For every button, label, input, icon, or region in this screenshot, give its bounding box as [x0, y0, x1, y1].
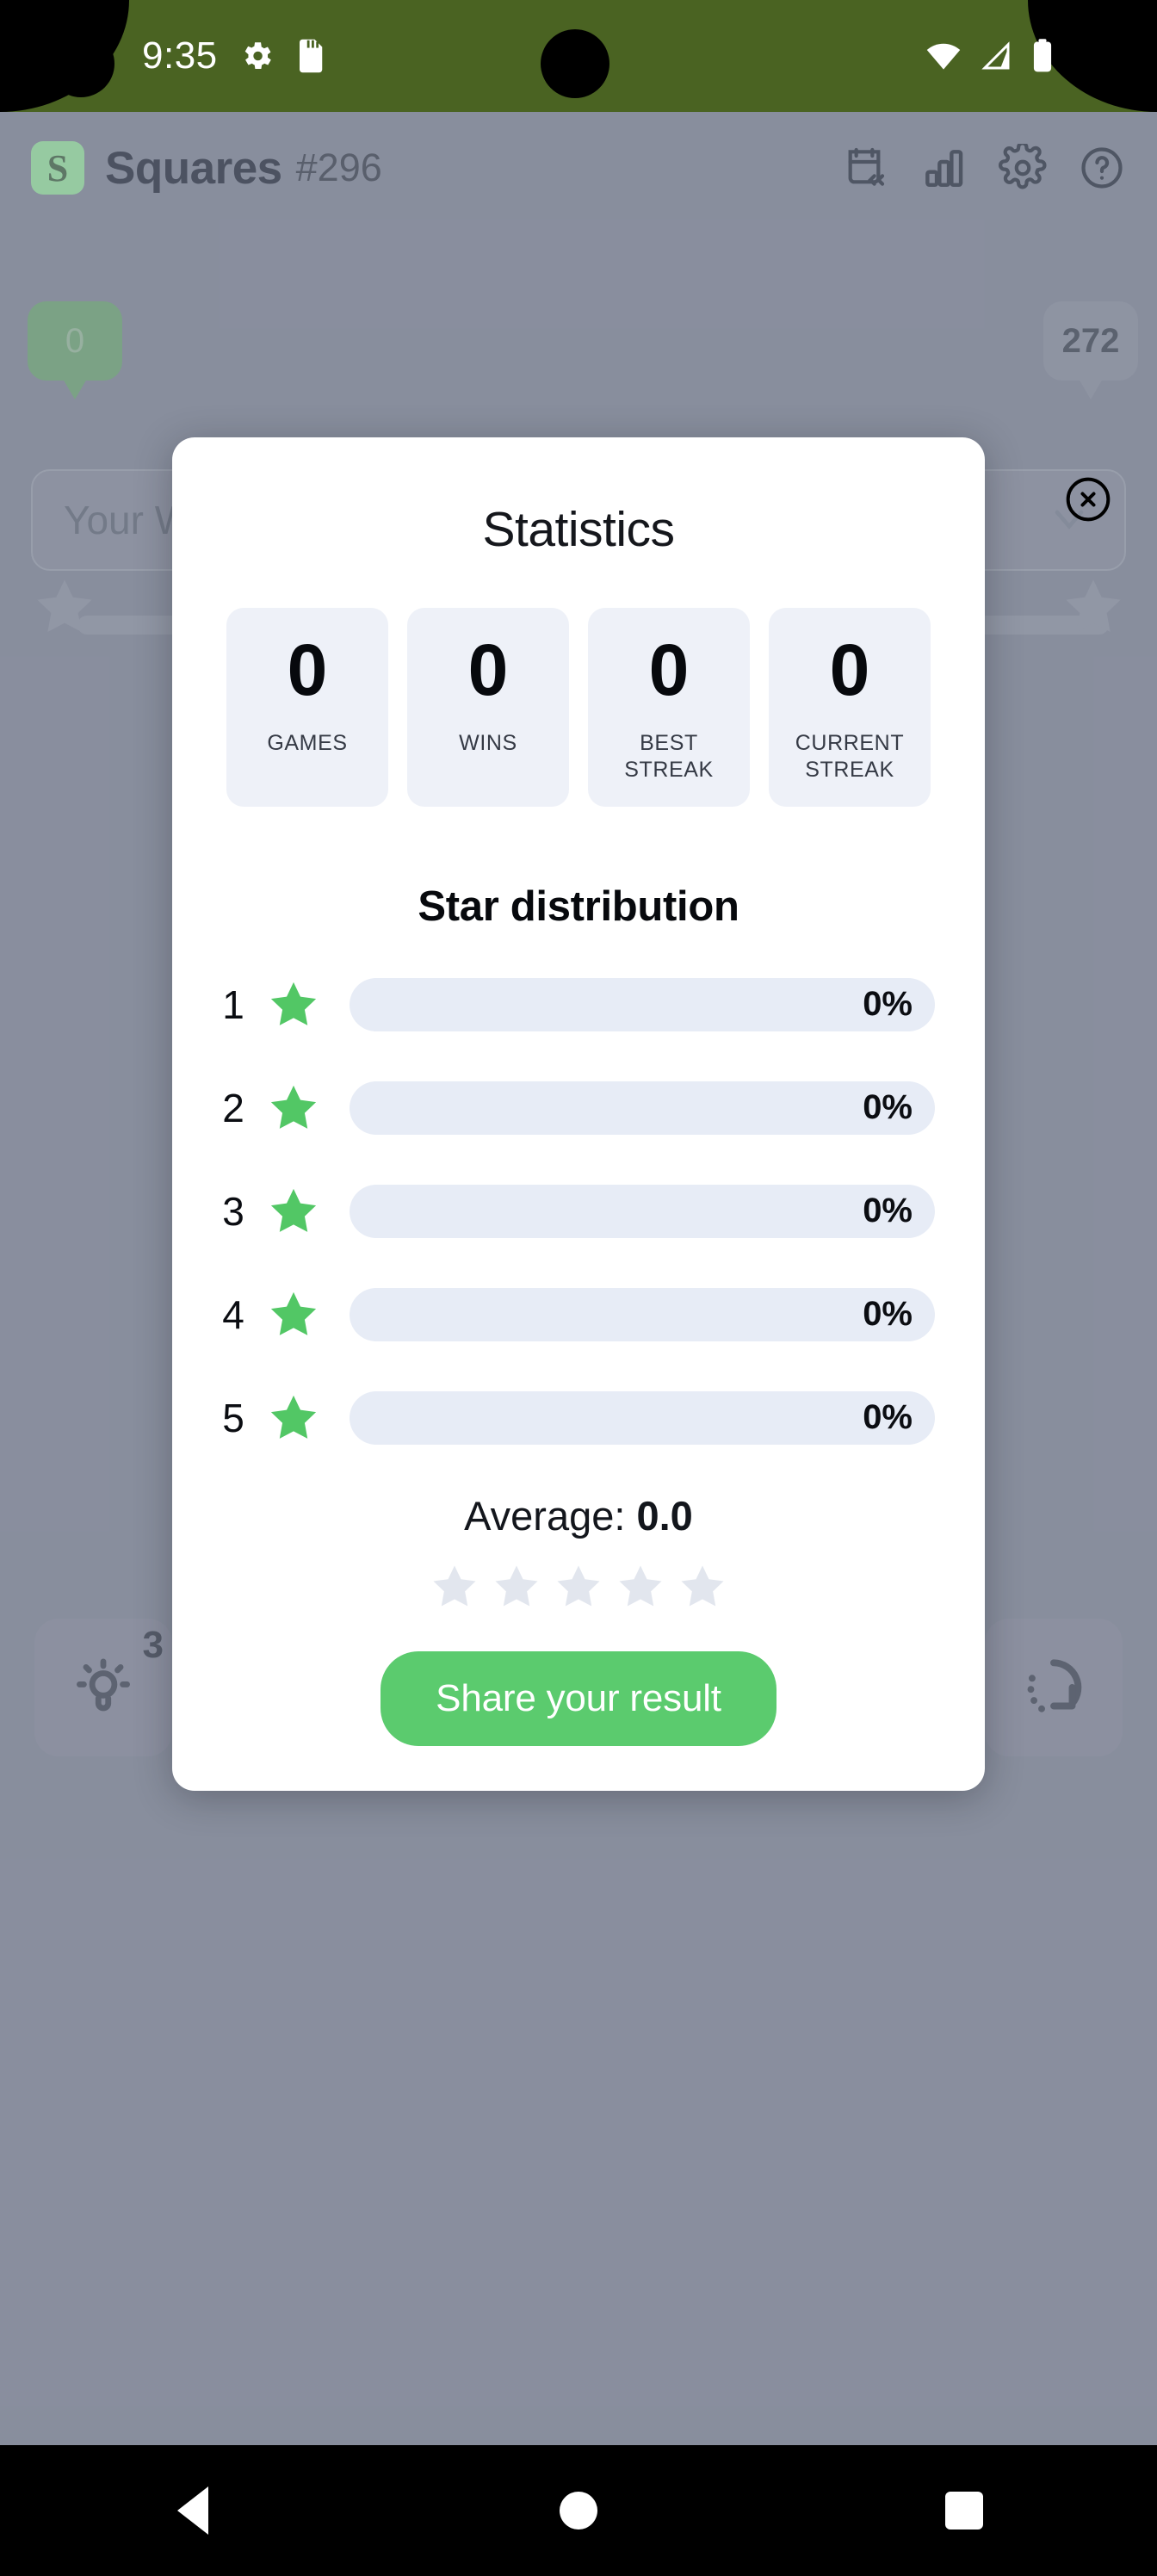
- star-distribution-title: Star distribution: [418, 882, 739, 930]
- close-icon[interactable]: [1064, 475, 1112, 523]
- stat-value: 0: [287, 629, 328, 710]
- stat-value: 0: [829, 629, 870, 710]
- battery-icon: [1030, 37, 1055, 75]
- modal-title: Statistics: [482, 502, 675, 557]
- distribution-bar: 0%: [350, 1287, 935, 1341]
- cellular-signal-icon: [978, 38, 1014, 74]
- distribution-rank: 3: [222, 1188, 244, 1234]
- distribution-rank: 2: [222, 1085, 244, 1130]
- star-icon: [614, 1560, 667, 1613]
- distribution-percent: 0%: [863, 1398, 913, 1437]
- stat-label: GAMES: [267, 731, 348, 756]
- sd-card-icon: [295, 38, 328, 74]
- star-icon: [265, 1080, 322, 1136]
- stat-label: CURRENT STREAK: [795, 731, 905, 783]
- share-button-wrap: Share your result: [172, 1650, 985, 1746]
- status-bar-right: [925, 0, 1055, 112]
- stat-card-current-streak: 0 CURRENT STREAK: [769, 608, 931, 807]
- distribution-row: 2 0%: [215, 1068, 935, 1148]
- distribution-bar: 0%: [350, 1390, 935, 1445]
- stat-value: 0: [648, 629, 690, 710]
- wifi-icon: [925, 37, 962, 75]
- distribution-row: 1 0%: [215, 965, 935, 1044]
- average-rating: Average: 0.0: [172, 1492, 985, 1539]
- distribution-rank: 1: [222, 981, 244, 1027]
- star-icon: [490, 1560, 543, 1613]
- gear-icon: [238, 38, 275, 74]
- star-icon: [265, 1183, 322, 1240]
- stat-card-games: 0 GAMES: [226, 608, 388, 807]
- stat-card-best-streak: 0 BEST STREAK: [588, 608, 750, 807]
- star-icon: [265, 1390, 322, 1446]
- clock: 9:35: [142, 34, 218, 77]
- distribution-percent: 0%: [863, 1088, 913, 1127]
- status-bar-left: 9:35: [142, 34, 328, 77]
- star-icon: [265, 1286, 322, 1343]
- distribution-rank: 5: [222, 1395, 244, 1440]
- stat-label: WINS: [459, 731, 517, 756]
- distribution-row: 3 0%: [215, 1172, 935, 1251]
- distribution-bar: 0%: [350, 1184, 935, 1238]
- stat-value: 0: [467, 629, 509, 710]
- android-nav-bar: [0, 2445, 1157, 2576]
- distribution-percent: 0%: [863, 1295, 913, 1334]
- status-bar: 9:35: [0, 0, 1157, 112]
- star-icon: [676, 1560, 729, 1613]
- distribution-row: 5 0%: [215, 1378, 935, 1458]
- phone-screen: S Squares #296 0 272 Your W 3 Statistics…: [0, 0, 1157, 2576]
- stat-card-group: 0 GAMES 0 WINS 0 BEST STREAK 0 CURRENT S…: [172, 608, 985, 807]
- star-icon: [552, 1560, 605, 1613]
- stat-label: BEST STREAK: [624, 731, 714, 783]
- distribution-bar: 0%: [350, 1081, 935, 1135]
- star-icon: [428, 1560, 481, 1613]
- star-icon: [265, 976, 322, 1033]
- distribution-row: 4 0%: [215, 1275, 935, 1354]
- distribution-rank: 4: [222, 1291, 244, 1337]
- home-button[interactable]: [518, 2445, 639, 2576]
- recents-button[interactable]: [904, 2445, 1024, 2576]
- camera-punch-hole: [47, 30, 114, 97]
- share-result-button[interactable]: Share your result: [381, 1650, 776, 1746]
- star-distribution-chart: 1 0% 2 0% 3 0% 4 0% 5 0%: [172, 965, 985, 1458]
- distribution-percent: 0%: [863, 985, 913, 1024]
- distribution-percent: 0%: [863, 1192, 913, 1230]
- back-button[interactable]: [133, 2445, 253, 2576]
- statistics-modal: Statistics 0 GAMES 0 WINS 0 BEST STREAK …: [172, 437, 985, 1791]
- stat-card-wins: 0 WINS: [407, 608, 569, 807]
- average-label: Average:: [464, 1492, 637, 1539]
- camera-punch-hole-center: [541, 29, 609, 98]
- distribution-bar: 0%: [350, 977, 935, 1031]
- average-value: 0.0: [636, 1492, 693, 1539]
- average-star-row: [172, 1560, 985, 1613]
